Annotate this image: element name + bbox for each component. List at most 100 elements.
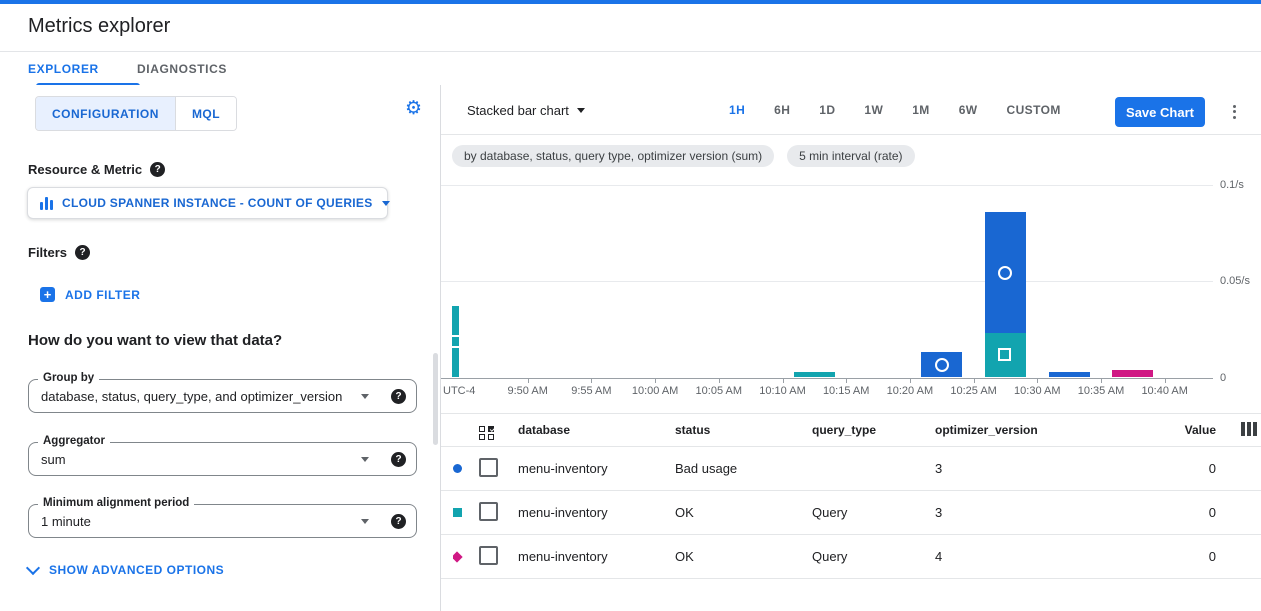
- x-axis-label: 10:15 AM: [814, 385, 878, 397]
- x-axis-tick: [655, 379, 656, 383]
- series-marker-cell: [453, 505, 479, 520]
- aggregator-label: Aggregator: [38, 435, 110, 447]
- add-filter-label: ADD FILTER: [65, 288, 140, 302]
- chart-type-dropdown[interactable]: Stacked bar chart: [467, 85, 585, 135]
- x-axis-tick: [1101, 379, 1102, 383]
- column-header-status: status: [675, 423, 812, 437]
- series-checkbox[interactable]: [479, 502, 498, 521]
- x-axis-tick: [528, 379, 529, 383]
- timezone-label: UTC-4: [443, 385, 475, 397]
- filters-help-icon[interactable]: [75, 245, 90, 260]
- editor-mode-toggle: CONFIGURATION MQL: [35, 96, 237, 131]
- time-range-button-custom[interactable]: CUSTOM: [1007, 103, 1061, 117]
- bar-square-marker-icon: [449, 335, 462, 348]
- settings-gear-icon[interactable]: [405, 97, 422, 119]
- bar-circle-marker-icon: [998, 266, 1012, 280]
- chart-bar-segment[interactable]: [794, 372, 835, 378]
- stacked-bar-chart: 00.05/s0.1/s9:50 AM9:55 AM10:00 AM10:05 …: [441, 135, 1261, 413]
- time-range-button-6h[interactable]: 6H: [774, 103, 790, 117]
- y-axis-label: 0.1/s: [1220, 179, 1244, 191]
- series-checkbox[interactable]: [479, 458, 498, 477]
- x-axis-label: 10:35 AM: [1069, 385, 1133, 397]
- page-title: Metrics explorer: [28, 15, 170, 38]
- cell-status: OK: [675, 549, 812, 564]
- save-chart-button[interactable]: Save Chart: [1115, 97, 1205, 127]
- column-settings-icon[interactable]: [1241, 422, 1257, 436]
- resource-metric-help-icon[interactable]: [150, 162, 165, 177]
- time-range-button-1h[interactable]: 1H: [729, 103, 745, 117]
- group-by-label: Group by: [38, 372, 99, 384]
- aggregator-value: sum: [41, 452, 361, 467]
- x-axis-label: 10:00 AM: [623, 385, 687, 397]
- x-axis-label: 10:30 AM: [1005, 385, 1069, 397]
- more-options-kebab-icon[interactable]: [1230, 102, 1239, 121]
- metric-selector-button[interactable]: CLOUD SPANNER INSTANCE - COUNT OF QUERIE…: [27, 187, 388, 219]
- series-table: database status query_type optimizer_ver…: [441, 413, 1261, 579]
- x-axis-tick: [719, 379, 720, 383]
- x-axis-label: 10:10 AM: [751, 385, 815, 397]
- series-table-body: menu-inventory Bad usage 30 menu-inventoryO…: [441, 447, 1261, 579]
- series-marker-cell: [453, 549, 479, 564]
- min-alignment-period-value: 1 minute: [41, 514, 361, 529]
- aggregator-help-icon[interactable]: [391, 452, 406, 467]
- cell-query-type: Query: [812, 549, 935, 564]
- configuration-panel: CONFIGURATION MQL Resource & Metric CLOU…: [0, 85, 441, 611]
- chart-bar-segment[interactable]: [1112, 370, 1153, 378]
- view-data-heading: How do you want to view that data?: [28, 332, 282, 349]
- chart-panel: Stacked bar chart 1H 6H 1D 1W 1M 6W CUSTOM Sav…: [441, 85, 1261, 611]
- column-header-optimizer-version: optimizer_version: [935, 423, 1115, 437]
- dropdown-caret-icon: [382, 201, 390, 206]
- series-checkbox[interactable]: [479, 546, 498, 565]
- cell-database: menu-inventory: [518, 549, 675, 564]
- min-alignment-period-label: Minimum alignment period: [38, 497, 194, 509]
- table-row-0[interactable]: menu-inventoryBad usage30: [441, 447, 1261, 491]
- cell-value: 0: [1115, 461, 1216, 476]
- group-by-help-icon[interactable]: [391, 389, 406, 404]
- chart-bar-segment[interactable]: [1049, 372, 1090, 378]
- tab-explorer[interactable]: EXPLORER: [28, 52, 99, 85]
- select-all-series-icon[interactable]: [479, 426, 495, 440]
- aggregator-select[interactable]: Aggregator sum: [28, 442, 417, 476]
- page-header: Metrics explorer: [0, 4, 1261, 52]
- table-row-2[interactable]: menu-inventoryOKQuery40: [441, 535, 1261, 579]
- x-axis-tick: [910, 379, 911, 383]
- cell-status: Bad usage: [675, 461, 812, 476]
- group-by-value: database, status, query_type, and optimi…: [41, 389, 361, 404]
- x-axis-label: 10:20 AM: [878, 385, 942, 397]
- time-range-button-1m[interactable]: 1M: [912, 103, 929, 117]
- time-range-button-6w[interactable]: 6W: [959, 103, 978, 117]
- x-axis-tick: [591, 379, 592, 383]
- x-axis-label: 10:40 AM: [1133, 385, 1197, 397]
- x-axis-tick: [1037, 379, 1038, 383]
- gridline-0: [441, 378, 1213, 379]
- table-header-row: database status query_type optimizer_ver…: [441, 414, 1261, 447]
- tab-bar: EXPLORER DIAGNOSTICS: [0, 52, 1261, 86]
- configuration-mode-button[interactable]: CONFIGURATION: [36, 97, 175, 130]
- tab-diagnostics[interactable]: DIAGNOSTICS: [137, 52, 227, 85]
- series-square-marker-icon: [453, 508, 462, 517]
- time-range-button-1w[interactable]: 1W: [864, 103, 883, 117]
- show-advanced-options-button[interactable]: SHOW ADVANCED OPTIONS: [28, 563, 224, 577]
- chart-toolbar: Stacked bar chart 1H 6H 1D 1W 1M 6W CUSTOM Sav…: [441, 85, 1261, 135]
- x-axis-tick: [783, 379, 784, 383]
- column-header-value: Value: [1115, 423, 1216, 437]
- series-marker-cell: [453, 461, 479, 476]
- x-axis-label: 9:55 AM: [559, 385, 623, 397]
- series-diamond-marker-icon: [453, 551, 463, 562]
- gridline-0.1/s: [441, 185, 1213, 186]
- time-range-button-1d[interactable]: 1D: [819, 103, 835, 117]
- y-axis-label: 0: [1220, 372, 1226, 384]
- x-axis-label: 10:25 AM: [942, 385, 1006, 397]
- bar-square-marker-icon: [998, 348, 1011, 361]
- metric-selector-value: CLOUD SPANNER INSTANCE - COUNT OF QUERIE…: [62, 196, 373, 210]
- min-alignment-period-select[interactable]: Minimum alignment period 1 minute: [28, 504, 417, 538]
- group-by-select[interactable]: Group by database, status, query_type, a…: [28, 379, 417, 413]
- resource-metric-label: Resource & Metric: [28, 162, 142, 177]
- table-row-1[interactable]: menu-inventoryOKQuery30: [441, 491, 1261, 535]
- cell-optimizer-version: 3: [935, 461, 1115, 476]
- dropdown-caret-icon: [361, 519, 369, 524]
- min-alignment-period-help-icon[interactable]: [391, 514, 406, 529]
- mql-mode-button[interactable]: MQL: [175, 97, 236, 130]
- panel-scrollbar[interactable]: [433, 353, 438, 445]
- add-filter-button[interactable]: ADD FILTER: [40, 287, 140, 302]
